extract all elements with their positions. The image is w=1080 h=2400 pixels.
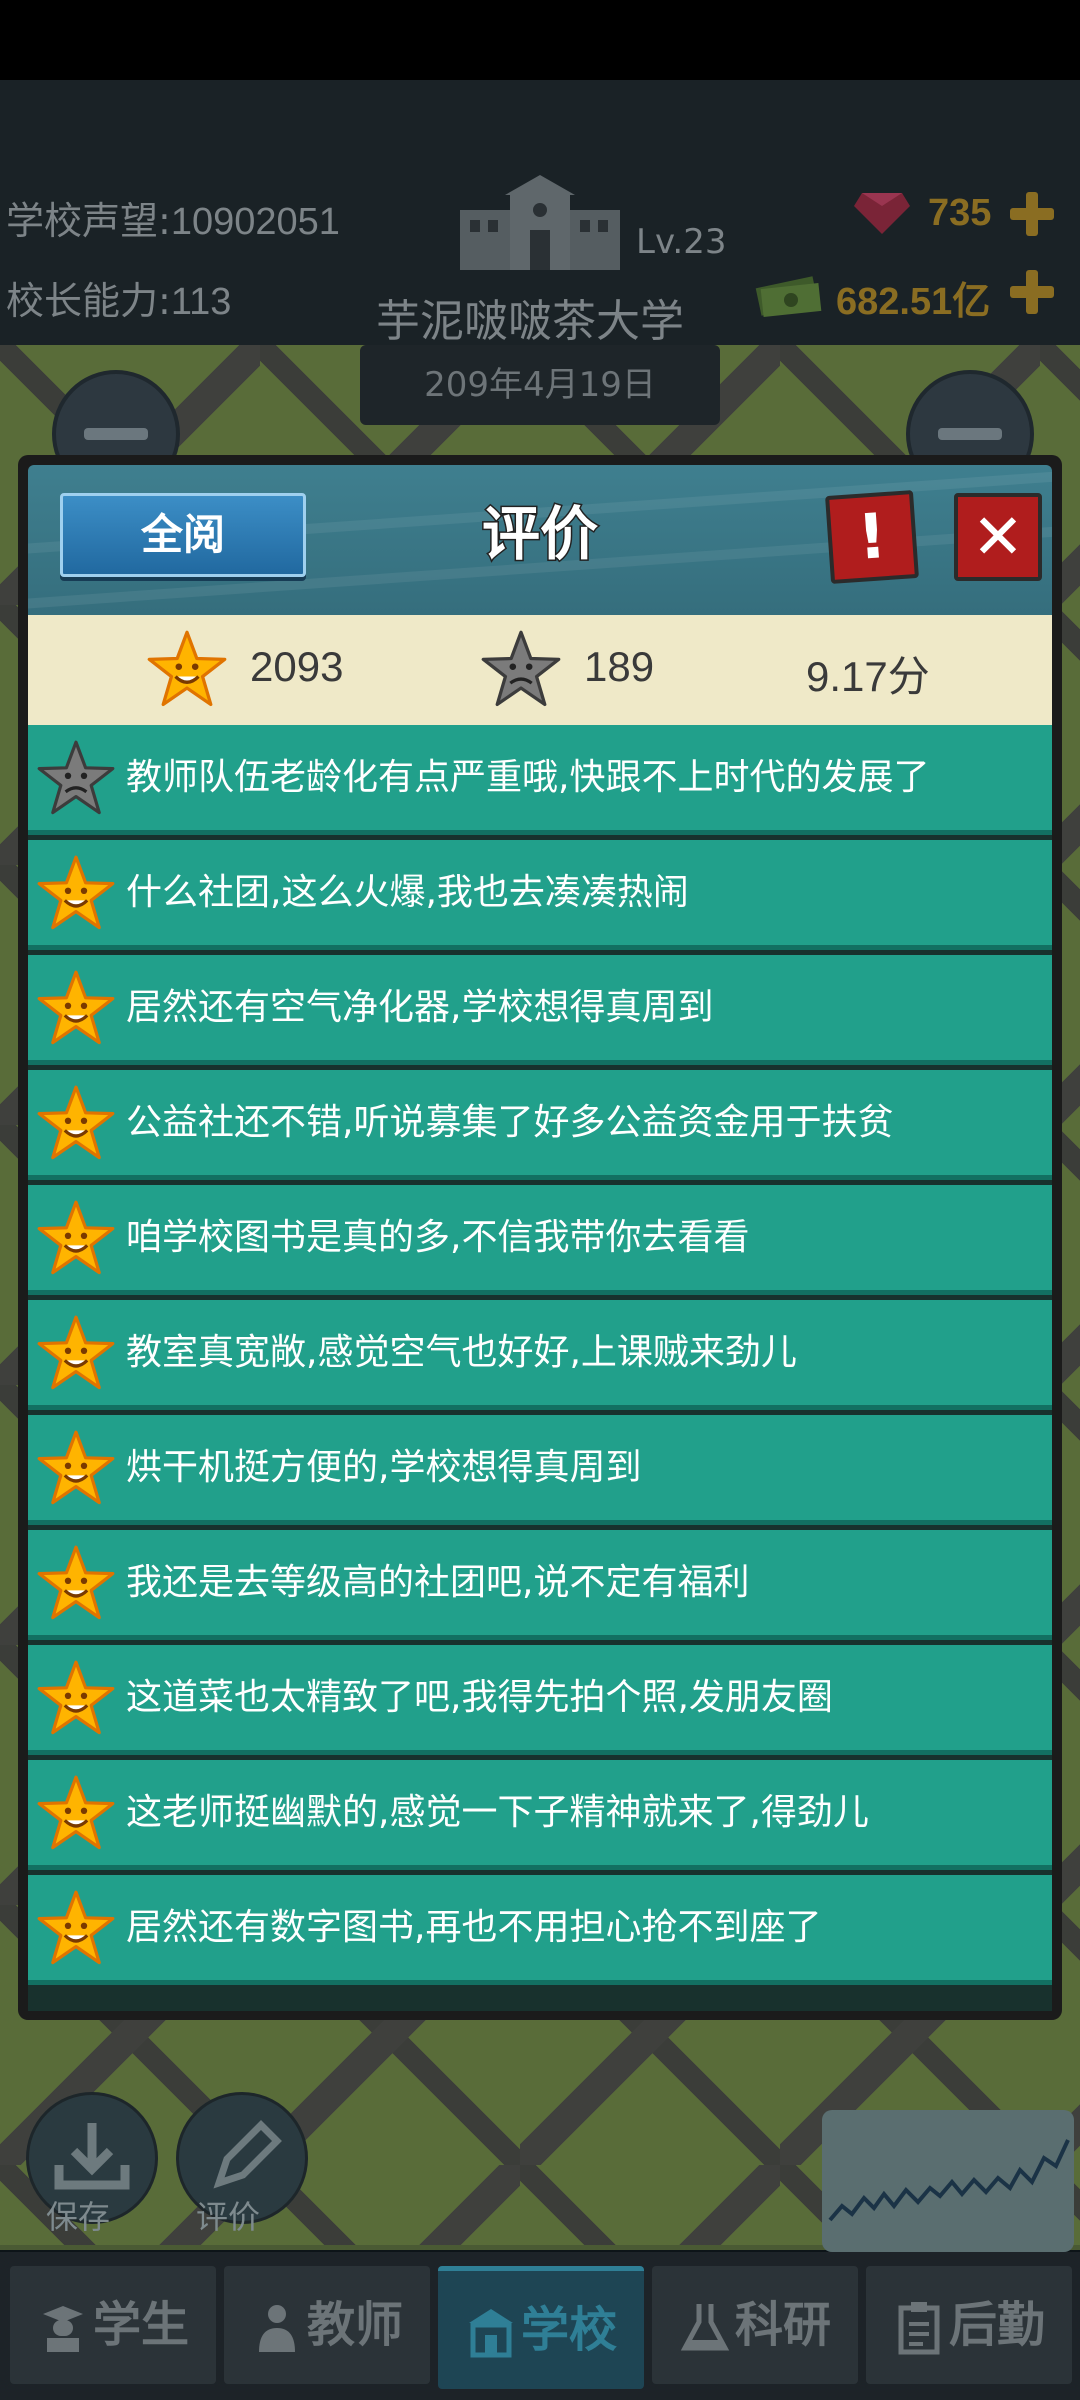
ability-label: 校长能力: <box>6 279 171 323</box>
review-text: 教师队伍老龄化有点严重哦,快跟不上时代的发展了 <box>126 757 930 798</box>
clipboard-icon <box>898 2302 940 2355</box>
add-money-button[interactable] <box>1010 270 1054 314</box>
school-building-icon <box>460 175 620 270</box>
dialog-header: 全阅 评价 ! ✕ <box>28 465 1052 615</box>
school-level: Lv.23 <box>636 222 727 262</box>
school-icon <box>468 2309 513 2358</box>
happy-star-icon <box>36 1084 116 1164</box>
happy-star-icon <box>36 1659 116 1739</box>
sad-star-icon <box>480 629 562 711</box>
reputation-value: 10902051 <box>170 201 340 243</box>
review-row[interactable]: 这老师挺幽默的,感觉一下子精神就来了,得劲儿 <box>28 1760 1052 1870</box>
happy-star-icon <box>36 969 116 1049</box>
happy-star-icon <box>36 1544 116 1624</box>
school-name: 芋泥啵啵茶大学 <box>376 296 684 347</box>
happy-star-icon <box>36 1429 116 1509</box>
teacher-icon <box>258 2305 295 2352</box>
money-icon <box>755 276 822 317</box>
read-all-button[interactable]: 全阅 <box>60 493 306 577</box>
tab-label: 后勤 <box>948 2297 1045 2353</box>
close-button[interactable]: ✕ <box>954 493 1042 581</box>
trend-line-icon <box>828 2139 1070 2222</box>
review-text: 咱学校图书是真的多,不信我带你去看看 <box>126 1217 750 1258</box>
overall-score: 9.17分 <box>806 653 930 700</box>
happy-star-icon <box>146 629 228 711</box>
tab-label: 科研 <box>734 2297 831 2353</box>
negative-count: 189 <box>584 643 655 690</box>
gem-count: 735 <box>928 192 992 234</box>
system-status-bar <box>0 0 1080 80</box>
review-row[interactable]: 烘干机挺方便的,学校想得真周到 <box>28 1415 1052 1525</box>
tab-students[interactable]: 学生 <box>10 2266 216 2384</box>
gem-icon <box>854 193 910 234</box>
happy-star-icon <box>36 1774 116 1854</box>
review-row[interactable]: 公益社还不错,听说募集了好多公益资金用于扶贫 <box>28 1070 1052 1180</box>
money-amount: 682.51亿 <box>836 281 991 323</box>
review-text: 烘干机挺方便的,学校想得真周到 <box>126 1447 642 1488</box>
add-gems-button[interactable] <box>1010 192 1054 236</box>
review-dialog: 全阅 评价 ! ✕ 2093 189 9.17分 教师队伍老龄化有点严重哦,快跟… <box>18 455 1062 2020</box>
review-label: 评价 <box>196 2198 261 2236</box>
review-row[interactable]: 这道菜也太精致了吧,我得先拍个照,发朋友圈 <box>28 1645 1052 1755</box>
reputation-label: 学校声望: <box>6 199 171 243</box>
tab-research[interactable]: 科研 <box>652 2266 858 2384</box>
review-row[interactable]: 居然还有数字图书,再也不用担心抢不到座了 <box>28 1875 1052 1985</box>
tab-school[interactable]: 学校 <box>438 2266 644 2389</box>
save-label: 保存 <box>46 2198 111 2236</box>
review-text: 我还是去等级高的社团吧,说不定有福利 <box>126 1562 750 1603</box>
review-row[interactable]: 我还是去等级高的社团吧,说不定有福利 <box>28 1530 1052 1640</box>
review-row[interactable]: 教师队伍老龄化有点严重哦,快跟不上时代的发展了 <box>28 725 1052 835</box>
flask-icon <box>680 2304 730 2351</box>
review-text: 公益社还不错,听说募集了好多公益资金用于扶贫 <box>126 1102 894 1143</box>
happy-star-icon <box>36 1889 116 1969</box>
bottom-tab-bar: 学生 教师 学校 科研 后勤 <box>0 2252 1080 2400</box>
dialog-title: 评价 <box>480 499 599 570</box>
tab-teachers[interactable]: 教师 <box>224 2266 430 2384</box>
review-text: 这老师挺幽默的,感觉一下子精神就来了,得劲儿 <box>126 1792 869 1833</box>
review-row[interactable]: 咱学校图书是真的多,不信我带你去看看 <box>28 1185 1052 1295</box>
student-icon <box>42 2306 83 2352</box>
review-text: 什么社团,这么火爆,我也去凑凑热闹 <box>126 872 689 913</box>
tab-label: 教师 <box>306 2297 403 2353</box>
trend-graph[interactable] <box>822 2110 1074 2252</box>
review-list[interactable]: 教师队伍老龄化有点严重哦,快跟不上时代的发展了 什么社团,这么火爆,我也去凑凑热闹… <box>28 725 1052 2011</box>
review-text: 这道菜也太精致了吧,我得先拍个照,发朋友圈 <box>126 1677 833 1718</box>
ability-value: 113 <box>170 281 232 323</box>
tab-logistics[interactable]: 后勤 <box>866 2266 1072 2384</box>
review-row[interactable]: 居然还有空气净化器,学校想得真周到 <box>28 955 1052 1065</box>
review-row[interactable]: 什么社团,这么火爆,我也去凑凑热闹 <box>28 840 1052 950</box>
ability-stat: 校长能力:113 <box>6 270 231 325</box>
review-row[interactable]: 教室真宽敞,感觉空气也好好,上课贼来劲儿 <box>28 1300 1052 1410</box>
sad-star-icon <box>36 739 116 819</box>
reputation-stat: 学校声望:10902051 <box>6 190 340 245</box>
happy-star-icon <box>36 854 116 934</box>
review-text: 教室真宽敞,感觉空气也好好,上课贼来劲儿 <box>126 1332 797 1373</box>
review-text: 居然还有数字图书,再也不用担心抢不到座了 <box>126 1907 822 1948</box>
positive-count: 2093 <box>250 643 344 690</box>
rating-summary: 2093 189 9.17分 <box>28 615 1052 725</box>
tab-label: 学生 <box>92 2297 189 2353</box>
review-text: 居然还有空气净化器,学校想得真周到 <box>126 987 714 1028</box>
happy-star-icon <box>36 1314 116 1394</box>
happy-star-icon <box>36 1199 116 1279</box>
game-date: 209年4月19日 <box>360 345 720 425</box>
tab-label: 学校 <box>520 2302 617 2358</box>
report-button[interactable]: ! <box>825 490 919 584</box>
